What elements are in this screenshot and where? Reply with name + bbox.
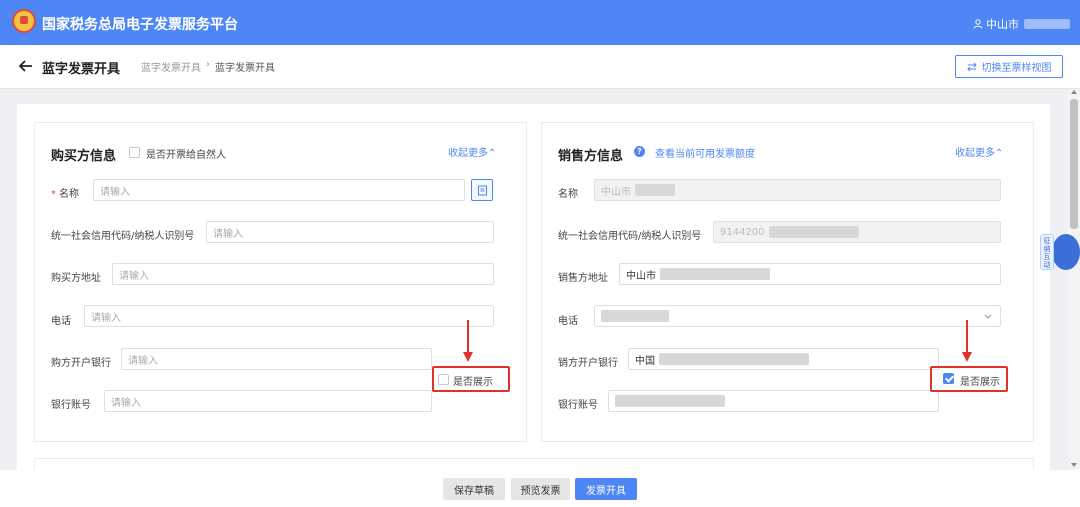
tax-emblem-icon bbox=[12, 9, 36, 33]
assistant-widget[interactable]: 征纳互动 bbox=[1040, 232, 1080, 272]
redacted-text bbox=[601, 310, 669, 322]
assistant-badge: 征纳互动 bbox=[1040, 234, 1054, 270]
user-name-redacted bbox=[1024, 19, 1070, 29]
redacted-text bbox=[660, 268, 770, 280]
switch-view-label: 切换至票样视图 bbox=[981, 63, 1052, 74]
platform-title: 国家税务总局电子发票服务平台 bbox=[42, 17, 238, 33]
natural-person-checkbox[interactable] bbox=[129, 147, 140, 158]
seller-show-checkbox[interactable] bbox=[943, 373, 954, 384]
buyer-title: 购买方信息 bbox=[51, 149, 117, 164]
buyer-phone-label: 电话 bbox=[51, 316, 71, 327]
swap-icon bbox=[966, 62, 977, 71]
seller-address-input[interactable]: 中山市 bbox=[619, 263, 1001, 285]
buyer-tax-id-input[interactable]: 请输入 bbox=[206, 221, 494, 243]
page-title: 蓝字发票开具 bbox=[42, 62, 121, 77]
seller-account-input[interactable] bbox=[608, 390, 939, 412]
save-draft-button[interactable]: 保存草稿 bbox=[443, 478, 505, 500]
buyer-account-label: 银行账号 bbox=[51, 400, 91, 411]
seller-name-label: 名称 bbox=[558, 189, 578, 200]
buyer-phone-input[interactable]: 请输入 bbox=[84, 305, 494, 327]
redacted-text bbox=[659, 353, 809, 365]
buyer-panel: 购买方信息 是否开票给自然人 收起更多⌃ * 名称 请输入 统一社会信用代码/纳税… bbox=[34, 122, 527, 442]
buyer-tax-id-label: 统一社会信用代码/纳税人识别号 bbox=[51, 231, 195, 242]
user-icon bbox=[973, 19, 983, 29]
help-icon[interactable]: ? bbox=[634, 146, 645, 157]
quota-link[interactable]: 查看当前可用发票额度 bbox=[655, 145, 755, 160]
back-arrow-icon[interactable] bbox=[18, 58, 34, 74]
seller-title: 销售方信息 bbox=[558, 149, 624, 164]
breadcrumb-current: 蓝字发票开具 bbox=[215, 63, 275, 74]
buyer-account-input[interactable]: 请输入 bbox=[104, 390, 432, 412]
assistant-avatar-icon bbox=[1052, 234, 1080, 270]
top-bar: 国家税务总局电子发票服务平台 中山市 bbox=[0, 0, 1080, 45]
seller-name-input[interactable]: 中山市 bbox=[594, 179, 1001, 201]
buyer-bank-label: 购方开户银行 bbox=[51, 358, 111, 369]
preview-invoice-button[interactable]: 预览发票 bbox=[511, 478, 570, 500]
scrollbar[interactable] bbox=[1068, 89, 1080, 470]
seller-bank-input[interactable]: 中国 bbox=[628, 348, 939, 370]
buyer-name-input[interactable]: 请输入 bbox=[93, 179, 465, 201]
seller-tax-id-label: 统一社会信用代码/纳税人识别号 bbox=[558, 231, 702, 242]
redacted-text bbox=[768, 226, 859, 238]
scroll-thumb[interactable] bbox=[1070, 99, 1078, 229]
buyer-arrow-head bbox=[463, 352, 473, 362]
seller-panel: 销售方信息 ? 查看当前可用发票额度 收起更多⌃ 名称 中山市 统一社会信用代码… bbox=[541, 122, 1034, 442]
switch-view-button[interactable]: 切换至票样视图 bbox=[955, 55, 1063, 78]
buyer-show-label: 是否展示 bbox=[453, 377, 493, 388]
address-book-button[interactable] bbox=[471, 179, 493, 201]
seller-annotation-arrow bbox=[966, 320, 968, 352]
user-menu[interactable]: 中山市 bbox=[973, 16, 1070, 32]
buyer-bank-input[interactable]: 请输入 bbox=[121, 348, 432, 370]
seller-show-label: 是否展示 bbox=[960, 377, 1000, 388]
page-header: 蓝字发票开具 蓝字发票开具 › 蓝字发票开具 切换至票样视图 bbox=[0, 45, 1080, 89]
seller-bank-label: 销方开户银行 bbox=[558, 358, 618, 369]
chevron-down-icon bbox=[984, 314, 992, 319]
buyer-address-input[interactable]: 请输入 bbox=[112, 263, 494, 285]
seller-arrow-head bbox=[962, 352, 972, 362]
book-icon bbox=[477, 185, 487, 195]
redacted-text bbox=[635, 184, 675, 196]
redacted-text bbox=[615, 395, 725, 407]
breadcrumb: 蓝字发票开具 › 蓝字发票开具 bbox=[141, 59, 275, 74]
buyer-collapse-link[interactable]: 收起更多⌃ bbox=[448, 144, 496, 159]
issue-invoice-button[interactable]: 发票开具 bbox=[575, 478, 637, 500]
seller-address-label: 销售方地址 bbox=[558, 273, 608, 284]
buyer-show-checkbox[interactable] bbox=[438, 374, 449, 385]
scroll-up-icon[interactable] bbox=[1071, 90, 1077, 94]
user-name: 中山市 bbox=[986, 18, 1019, 31]
scroll-down-icon[interactable] bbox=[1071, 463, 1077, 467]
breadcrumb-separator: › bbox=[206, 59, 210, 70]
seller-tax-id-input[interactable]: 9144200 bbox=[713, 221, 1001, 243]
seller-account-label: 银行账号 bbox=[558, 400, 598, 411]
buyer-name-label: * 名称 bbox=[51, 189, 79, 200]
buyer-address-label: 购买方地址 bbox=[51, 273, 101, 284]
seller-collapse-link[interactable]: 收起更多⌃ bbox=[955, 144, 1003, 159]
breadcrumb-item[interactable]: 蓝字发票开具 bbox=[141, 59, 201, 74]
seller-phone-select[interactable] bbox=[594, 305, 1001, 327]
next-section-card bbox=[34, 458, 1034, 470]
seller-phone-label: 电话 bbox=[558, 316, 578, 327]
buyer-annotation-arrow bbox=[467, 320, 469, 352]
natural-person-label: 是否开票给自然人 bbox=[146, 150, 226, 161]
